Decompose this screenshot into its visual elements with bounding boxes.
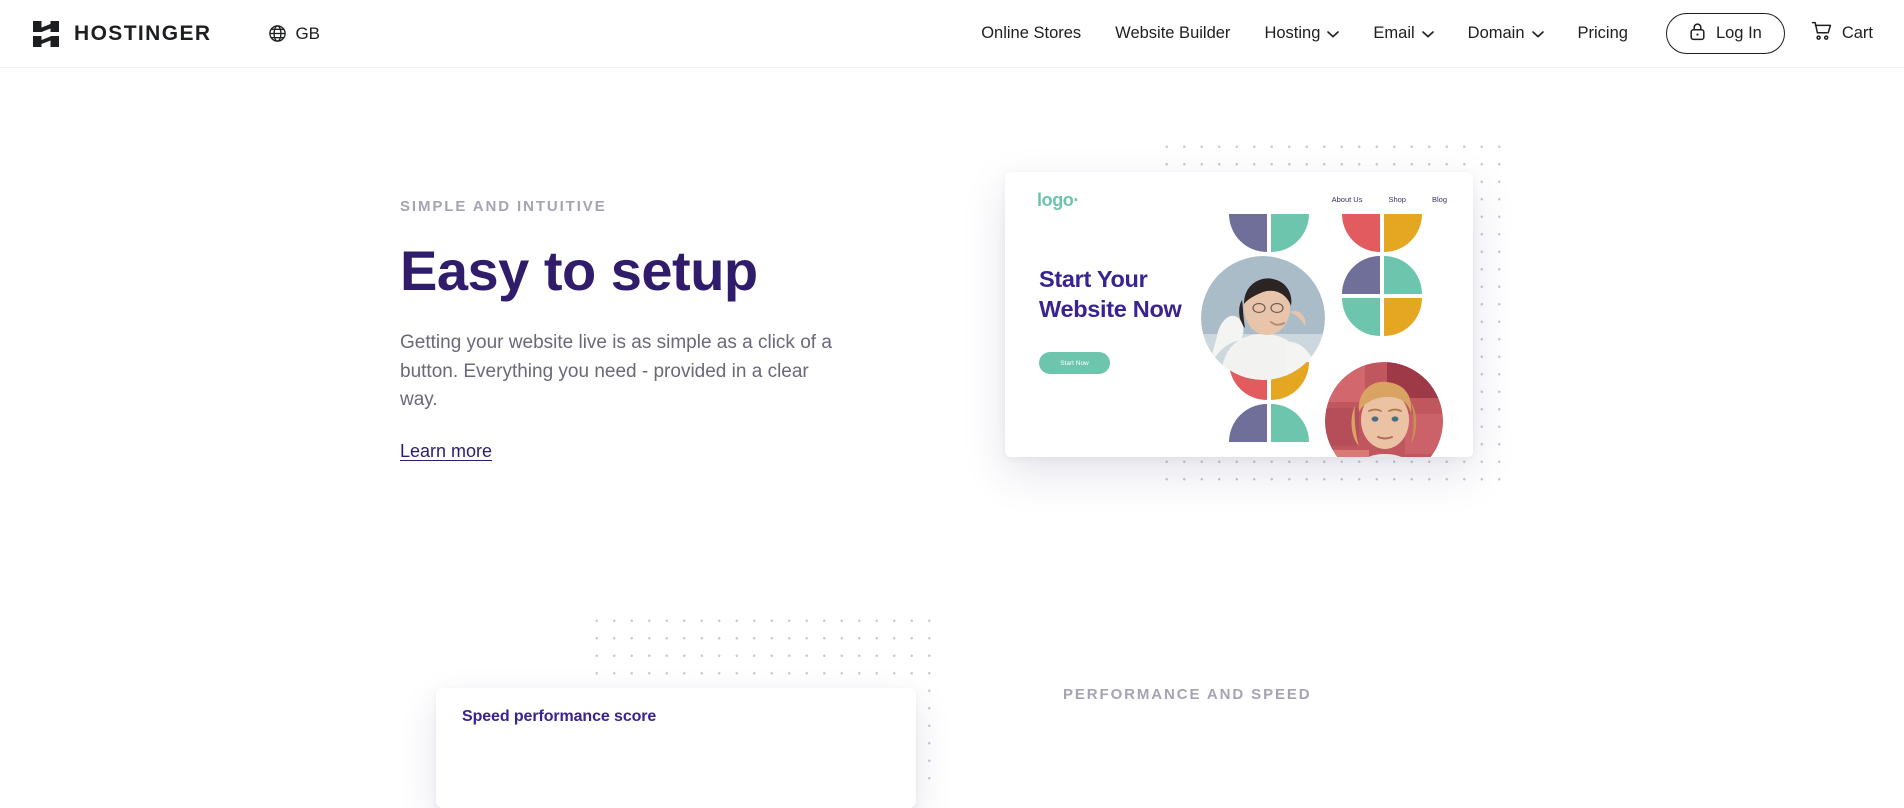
main-navigation: Online Stores Website Builder Hosting Em… [964, 13, 1873, 54]
art-quarter-periwinkle [1229, 404, 1267, 442]
locale-selector[interactable]: GB [268, 24, 320, 44]
nav-item-online-stores[interactable]: Online Stores [964, 16, 1098, 51]
learn-more-link[interactable]: Learn more [400, 441, 492, 462]
preview-cta-button[interactable]: Start Now [1039, 352, 1110, 374]
art-quarter-teal [1342, 298, 1380, 336]
preview-navigation: About Us Shop Blog [1332, 195, 1447, 204]
section-eyebrow: SIMPLE AND INTUITIVE [400, 198, 607, 215]
nav-label: Online Stores [981, 24, 1082, 42]
nav-item-domain[interactable]: Domain [1451, 16, 1561, 51]
chevron-down-icon [1327, 30, 1340, 38]
nav-item-email[interactable]: Email [1356, 16, 1450, 51]
art-quarter-amber [1384, 298, 1422, 336]
lock-icon [1689, 22, 1706, 46]
easy-setup-text-block: SIMPLE AND INTUITIVE Easy to setup Getti… [400, 198, 870, 462]
website-preview-card[interactable]: logo· About Us Shop Blog Start Your Webs… [1005, 172, 1473, 457]
nav-item-hosting[interactable]: Hosting [1247, 16, 1356, 51]
nav-item-pricing[interactable]: Pricing [1561, 16, 1645, 51]
preview-heading: Start Your Website Now [1039, 265, 1182, 324]
speed-performance-card: Speed performance score [436, 688, 916, 808]
preview-photo-woman [1201, 256, 1325, 380]
preview-heading-line1: Start Your [1039, 266, 1148, 292]
preview-photo-man [1325, 362, 1443, 457]
chevron-down-icon [1421, 30, 1434, 38]
art-quarter-amber [1384, 214, 1422, 252]
hostinger-h-logo-icon [31, 19, 61, 49]
nav-label: Hosting [1264, 24, 1321, 42]
geometric-art-grid [1201, 214, 1443, 457]
globe-icon [268, 24, 287, 43]
nav-label: Domain [1467, 24, 1525, 42]
art-quarter-teal [1271, 214, 1309, 252]
art-quarter-periwinkle [1229, 214, 1267, 252]
page-title: Easy to setup [400, 239, 758, 302]
art-quarter-red [1342, 214, 1380, 252]
brand-logo[interactable]: HOSTINGER [31, 19, 211, 49]
speed-card-title: Speed performance score [462, 708, 657, 725]
nav-label: Email [1373, 24, 1415, 42]
site-header: HOSTINGER GB Online Stores Website Build… [0, 0, 1904, 68]
nav-label: Website Builder [1115, 24, 1231, 42]
cart-button[interactable]: Cart [1811, 21, 1873, 46]
cart-label: Cart [1841, 24, 1873, 42]
login-label: Log In [1715, 24, 1762, 42]
preview-heading-line2: Website Now [1039, 295, 1182, 322]
art-quarter-periwinkle [1342, 256, 1380, 294]
login-button[interactable]: Log In [1665, 13, 1785, 54]
preview-nav-item-blog[interactable]: Blog [1432, 195, 1447, 204]
nav-label: Pricing [1577, 24, 1628, 42]
preview-nav-item-about[interactable]: About Us [1332, 195, 1363, 204]
section-body-text: Getting your website live is as simple a… [400, 332, 832, 410]
performance-section-eyebrow: PERFORMANCE AND SPEED [1063, 686, 1312, 703]
art-quarter-teal [1271, 404, 1309, 442]
brand-name: HOSTINGER [74, 21, 212, 45]
nav-item-website-builder[interactable]: Website Builder [1098, 16, 1247, 51]
preview-logo: logo· [1037, 190, 1079, 210]
chevron-down-icon [1531, 30, 1544, 38]
shopping-cart-icon [1811, 21, 1832, 46]
locale-label: GB [295, 23, 321, 43]
preview-nav-item-shop[interactable]: Shop [1388, 195, 1406, 204]
art-quarter-teal [1384, 256, 1422, 294]
